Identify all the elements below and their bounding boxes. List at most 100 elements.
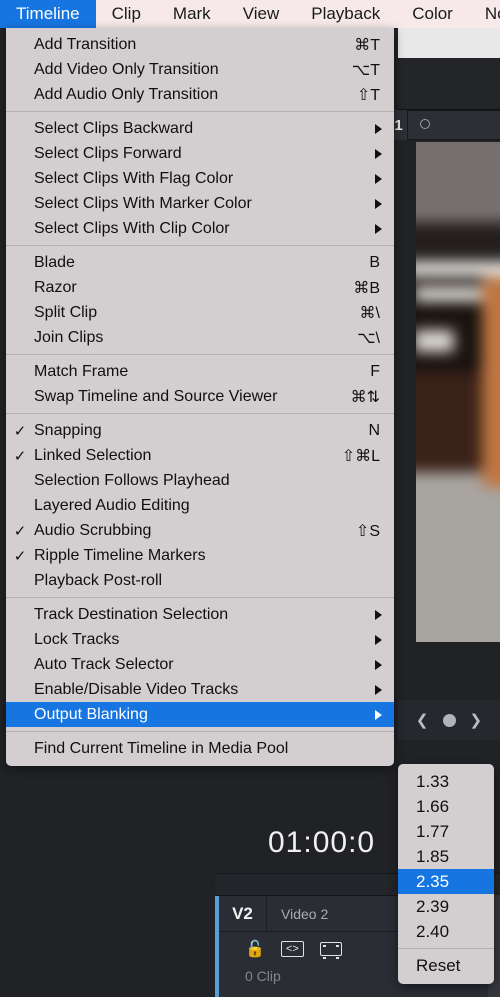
menu-item-select-clips-with-flag-color[interactable]: Select Clips With Flag Color [6,166,394,191]
menu-item-playback-post-roll[interactable]: Playback Post-roll [6,568,394,593]
frame-region-ceiling-light [416,142,500,232]
blanking-option-2-35[interactable]: 2.35 [398,869,494,894]
blanking-option-reset[interactable]: Reset [398,953,494,978]
menu-item-match-frame[interactable]: Match Frame F [6,359,394,384]
menu-item-label: Add Audio Only Transition [34,85,219,103]
frame-region-floor [416,472,500,642]
menu-item-add-audio-only-transition[interactable]: Add Audio Only Transition ⇧T [6,82,394,107]
menu-item-label: Join Clips [34,328,104,346]
menubar-item-mark[interactable]: Mark [157,0,227,28]
menu-item-label: Audio Scrubbing [34,521,152,539]
menubar-item-clip[interactable]: Clip [96,0,157,28]
menu-item-shortcut: ⌘\ [359,304,380,322]
menu-item-label: Select Clips With Flag Color [34,169,234,187]
menu-item-shortcut: ⇧S [355,522,380,540]
menubar-item-timeline[interactable]: Timeline [0,0,96,28]
menu-separator [6,111,394,112]
menu-item-shortcut: ⇧T [356,86,380,104]
menu-item-label: Snapping [34,421,102,439]
menu-separator [6,354,394,355]
menu-item-split-clip[interactable]: Split Clip ⌘\ [6,300,394,325]
menu-item-label: Blade [34,253,75,271]
menu-item-label: Linked Selection [34,446,152,464]
menu-item-lock-tracks[interactable]: Lock Tracks [6,627,394,652]
timeline-dropdown-menu[interactable]: Add Transition ⌘T Add Video Only Transitio… [6,28,394,766]
menu-item-label: Razor [34,278,77,296]
blanking-option-1-85[interactable]: 1.85 [398,844,494,869]
checkmark-icon: ✓ [13,422,27,440]
menu-item-label: Select Clips Forward [34,144,182,162]
menu-item-label: Add Transition [34,35,137,53]
menu-item-select-clips-forward[interactable]: Select Clips Forward [6,141,394,166]
submenu-arrow-icon [375,198,382,209]
menu-item-label: Lock Tracks [34,630,120,648]
menu-separator [6,413,394,414]
menu-item-label: Track Destination Selection [34,605,229,623]
menu-item-label: Playback Post-roll [34,571,163,589]
next-arrow-icon[interactable]: ❯ [470,711,483,729]
blanking-option-1-33[interactable]: 1.33 [398,769,494,794]
track-name-label[interactable]: Video 2 [267,906,328,922]
menu-item-shortcut: ⇧⌘L [341,447,380,465]
blanking-option-2-39[interactable]: 2.39 [398,894,494,919]
submenu-arrow-icon [375,123,382,134]
menubar-item-no[interactable]: No [469,0,500,28]
menu-item-label: Layered Audio Editing [34,496,190,514]
menu-separator [6,731,394,732]
blanking-option-2-40[interactable]: 2.40 [398,919,494,944]
video-track-icon[interactable] [319,942,342,959]
frame-light-bar-3 [416,330,454,352]
auto-select-icon[interactable]: <> [280,940,304,958]
frame-orange-pillar [482,277,500,487]
menu-item-select-clips-with-marker-color[interactable]: Select Clips With Marker Color [6,191,394,216]
menubar-item-color[interactable]: Color [396,0,469,28]
viewer-navigation-controls[interactable]: ❮ ❯ [398,700,500,740]
menu-item-swap-timeline-and-source-viewer[interactable]: Swap Timeline and Source Viewer ⌘⇅ [6,384,394,409]
submenu-separator [398,948,494,949]
menu-item-razor[interactable]: Razor ⌘B [6,275,394,300]
menu-item-label: Select Clips Backward [34,119,194,137]
menu-item-track-destination-selection[interactable]: Track Destination Selection [6,602,394,627]
menu-item-shortcut: N [368,421,380,439]
lock-icon[interactable]: 🔓 [245,939,265,959]
menu-item-select-clips-backward[interactable]: Select Clips Backward [6,116,394,141]
viewer-video-frame [416,142,500,642]
submenu-arrow-icon [375,223,382,234]
menu-item-label: Swap Timeline and Source Viewer [34,387,278,405]
menubar-item-view[interactable]: View [227,0,296,28]
menubar-item-playback[interactable]: Playback [295,0,396,28]
menu-item-output-blanking[interactable]: Output Blanking [6,702,394,727]
menu-item-find-current-timeline-in-media-pool[interactable]: Find Current Timeline in Media Pool [6,736,394,761]
menu-item-add-transition[interactable]: Add Transition ⌘T [6,32,394,57]
blanking-option-1-66[interactable]: 1.66 [398,794,494,819]
blanking-option-1-77[interactable]: 1.77 [398,819,494,844]
checkmark-icon: ✓ [13,447,27,465]
menu-item-selection-follows-playhead[interactable]: Selection Follows Playhead [6,468,394,493]
menu-item-layered-audio-editing[interactable]: Layered Audio Editing [6,493,394,518]
menu-item-snapping[interactable]: ✓ Snapping N [6,418,394,443]
menu-item-label: Selection Follows Playhead [34,471,230,489]
menu-separator [6,597,394,598]
menu-item-shortcut: F [370,362,380,380]
menu-item-shortcut: ⌘⇅ [350,388,380,406]
menu-item-shortcut: ⌘T [354,36,380,54]
menu-item-audio-scrubbing[interactable]: ✓ Audio Scrubbing ⇧S [6,518,394,543]
track-id-label[interactable]: V2 [219,895,267,932]
menu-item-label: Select Clips With Clip Color [34,219,230,237]
menu-item-enable-disable-video-tracks[interactable]: Enable/Disable Video Tracks [6,677,394,702]
menu-item-ripple-timeline-markers[interactable]: ✓ Ripple Timeline Markers [6,543,394,568]
menu-item-auto-track-selector[interactable]: Auto Track Selector [6,652,394,677]
menu-item-blade[interactable]: Blade B [6,250,394,275]
transport-dot-icon[interactable] [442,713,456,727]
checkmark-icon: ✓ [13,547,27,565]
menu-item-shortcut: B [369,253,380,271]
menu-item-join-clips[interactable]: Join Clips ⌥\ [6,325,394,350]
menu-item-shortcut: ⌥\ [357,329,380,347]
menu-item-linked-selection[interactable]: ✓ Linked Selection ⇧⌘L [6,443,394,468]
application-menu-bar[interactable]: TimelineClipMarkViewPlaybackColorNo [0,0,500,28]
menu-item-select-clips-with-clip-color[interactable]: Select Clips With Clip Color [6,216,394,241]
menu-item-label: Match Frame [34,362,129,380]
output-blanking-submenu[interactable]: 1.33 1.66 1.77 1.85 2.35 2.39 2.40 Reset [398,764,494,984]
previous-arrow-icon[interactable]: ❮ [416,711,429,729]
menu-item-add-video-only-transition[interactable]: Add Video Only Transition ⌥T [6,57,394,82]
